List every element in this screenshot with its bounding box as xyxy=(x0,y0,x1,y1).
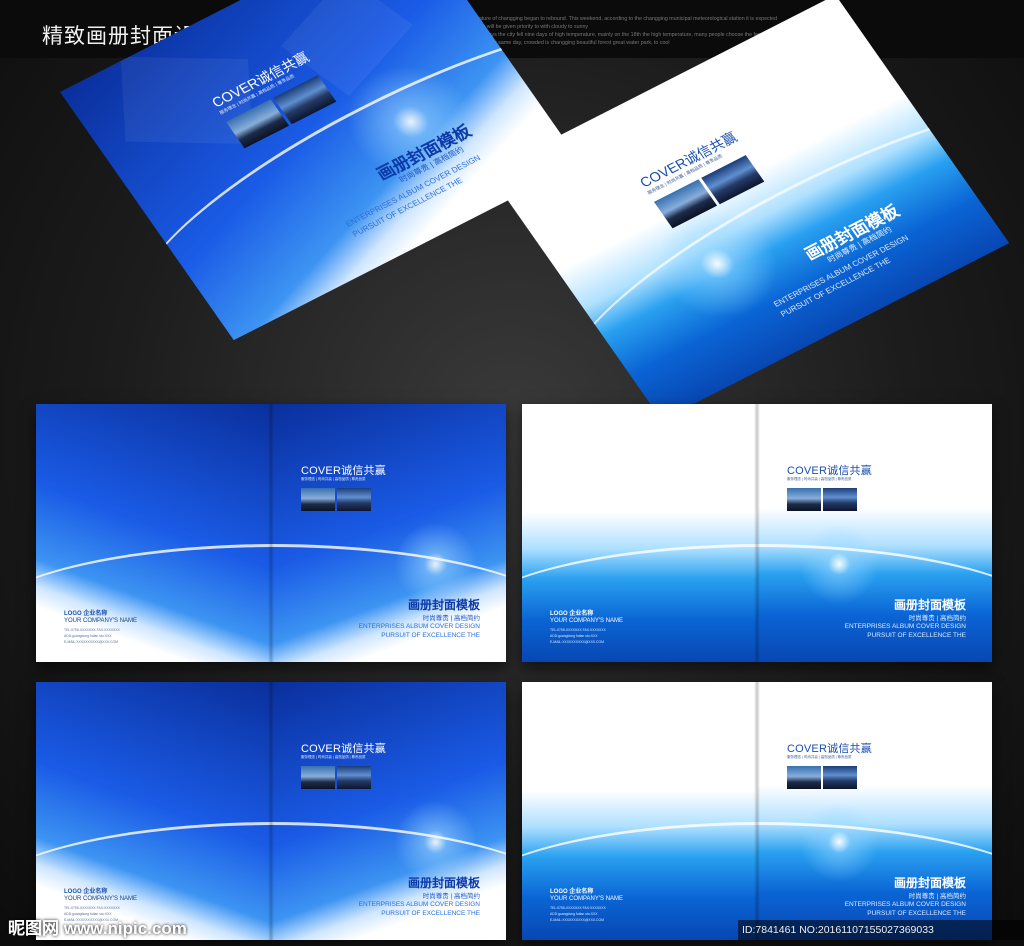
contact-line: E-MAIL:XXXXXXXXXX@XXX.COM xyxy=(550,918,604,922)
cover-brand: COVER诚信共赢 xyxy=(301,465,386,477)
cover-title: 画册封面模板 xyxy=(893,598,966,612)
cover-en-line1: ENTERPRISES ALBUM COVER DESIGN xyxy=(844,623,966,630)
contact-line: E-MAIL:XXXXXXXXXX@XXX.COM xyxy=(550,640,604,644)
watermark-brand: 昵图网 www.nipic.com xyxy=(8,919,187,938)
city-photo xyxy=(787,488,821,511)
spread-light-1: LOGO 企业名称 YOUR COMPANY'S NAME TEL:0755-X… xyxy=(522,404,992,662)
company-name: YOUR COMPANY'S NAME xyxy=(64,618,138,624)
contact-line: TEL:0755-XXXXXXX FAX:XXXXXXX xyxy=(550,628,606,632)
cover-tagline: 时尚尊贵 | 高档简约 xyxy=(908,615,966,622)
back-page: LOGO 企业名称 YOUR COMPANY'S NAME TEL:0755-X… xyxy=(522,404,757,662)
contact-line: ADD:guangdong futian stu:XXX xyxy=(550,912,598,916)
cover-tagline: 时尚尊贵 | 高档简约 xyxy=(422,893,480,900)
city-photo xyxy=(301,488,335,511)
city-photo xyxy=(787,766,821,789)
back-page: LOGO 企业名称 YOUR COMPANY'S NAME TEL:0755-X… xyxy=(522,682,757,940)
cover-title: 画册封面模板 xyxy=(893,876,966,890)
spread-dark-2: LOGO 企业名称 YOUR COMPANY'S NAME TEL:0755-X… xyxy=(36,682,506,940)
company-logo: LOGO 企业名称 xyxy=(64,611,108,617)
cover-en-line2: PURSUIT OF EXCELLENCE THE xyxy=(381,632,480,639)
cover-en-line2: PURSUIT OF EXCELLENCE THE xyxy=(867,632,966,639)
front-page: COVER诚信共赢 服务理念 | 时尚共赢 | 高档品质 | 尊贵品质 画册封面… xyxy=(757,682,992,940)
cover-brand: COVER诚信共赢 xyxy=(787,465,872,477)
cover-en-line2: PURSUIT OF EXCELLENCE THE xyxy=(867,910,966,917)
cover-subline: 服务理念 | 时尚共赢 | 高档品质 | 尊贵品质 xyxy=(787,755,852,759)
front-page: COVER诚信共赢 服务理念 | 时尚共赢 | 高档品质 | 尊贵品质 画册封面… xyxy=(271,682,506,940)
cover-subline: 服务理念 | 时尚共赢 | 高档品质 | 尊贵品质 xyxy=(301,477,366,481)
ship-photo xyxy=(337,766,371,789)
cover-en-line1: ENTERPRISES ALBUM COVER DESIGN xyxy=(844,901,966,908)
cover-en-line2: PURSUIT OF EXCELLENCE THE xyxy=(381,910,480,917)
cover-en-line1: ENTERPRISES ALBUM COVER DESIGN xyxy=(358,901,480,908)
back-page: LOGO 企业名称 YOUR COMPANY'S NAME TEL:0755-X… xyxy=(36,404,271,662)
company-logo: LOGO 企业名称 xyxy=(550,889,594,895)
contact-line: ADD:guangdong futian stu:XXX xyxy=(64,634,112,638)
cover-title: 画册封面模板 xyxy=(407,598,480,612)
contact-line: ADD:guangdong futian stu:XXX xyxy=(550,634,598,638)
company-logo: LOGO 企业名称 xyxy=(550,611,594,617)
cover-en-line1: ENTERPRISES ALBUM COVER DESIGN xyxy=(358,623,480,630)
cover-tagline: 时尚尊贵 | 高档简约 xyxy=(422,615,480,622)
contact-line: TEL:0755-XXXXXXX FAX:XXXXXXX xyxy=(64,906,120,910)
cover-brand: COVER诚信共赢 xyxy=(301,743,386,755)
company-name: YOUR COMPANY'S NAME xyxy=(64,896,138,902)
company-name: YOUR COMPANY'S NAME xyxy=(550,618,624,624)
spread-light-2: LOGO 企业名称 YOUR COMPANY'S NAME TEL:0755-X… xyxy=(522,682,992,940)
contact-line: TEL:0755-XXXXXXX FAX:XXXXXXX xyxy=(64,628,120,632)
cover-brand: COVER诚信共赢 xyxy=(787,743,872,755)
front-page: COVER诚信共赢 服务理念 | 时尚共赢 | 高档品质 | 尊贵品质 画册封面… xyxy=(271,404,506,662)
contact-line: E-MAIL:XXXXXXXXXX@XXX.COM xyxy=(64,640,118,644)
cover-tagline: 时尚尊贵 | 高档简约 xyxy=(908,893,966,900)
ship-photo xyxy=(823,488,857,511)
company-logo: LOGO 企业名称 xyxy=(64,889,108,895)
watermark-id: ID:7841461 NO:20161107155027369033 xyxy=(738,920,1024,940)
cover-subline: 服务理念 | 时尚共赢 | 高档品质 | 尊贵品质 xyxy=(787,477,852,481)
company-name: YOUR COMPANY'S NAME xyxy=(550,896,624,902)
front-page: COVER诚信共赢 服务理念 | 时尚共赢 | 高档品质 | 尊贵品质 画册封面… xyxy=(757,404,992,662)
spread-dark-1: LOGO 企业名称 YOUR COMPANY'S NAME TEL:0755-X… xyxy=(36,404,506,662)
contact-line: TEL:0755-XXXXXXX FAX:XXXXXXX xyxy=(550,906,606,910)
back-page: LOGO 企业名称 YOUR COMPANY'S NAME TEL:0755-X… xyxy=(36,682,271,940)
city-photo xyxy=(301,766,335,789)
cover-title: 画册封面模板 xyxy=(407,876,480,890)
ship-photo xyxy=(823,766,857,789)
cover-subline: 服务理念 | 时尚共赢 | 高档品质 | 尊贵品质 xyxy=(301,755,366,759)
ship-photo xyxy=(337,488,371,511)
mockup-book-light: COVER诚信共赢 服务理念 | 时尚共赢 | 高档品质 | 尊贵品质 画册封面… xyxy=(488,0,1010,421)
